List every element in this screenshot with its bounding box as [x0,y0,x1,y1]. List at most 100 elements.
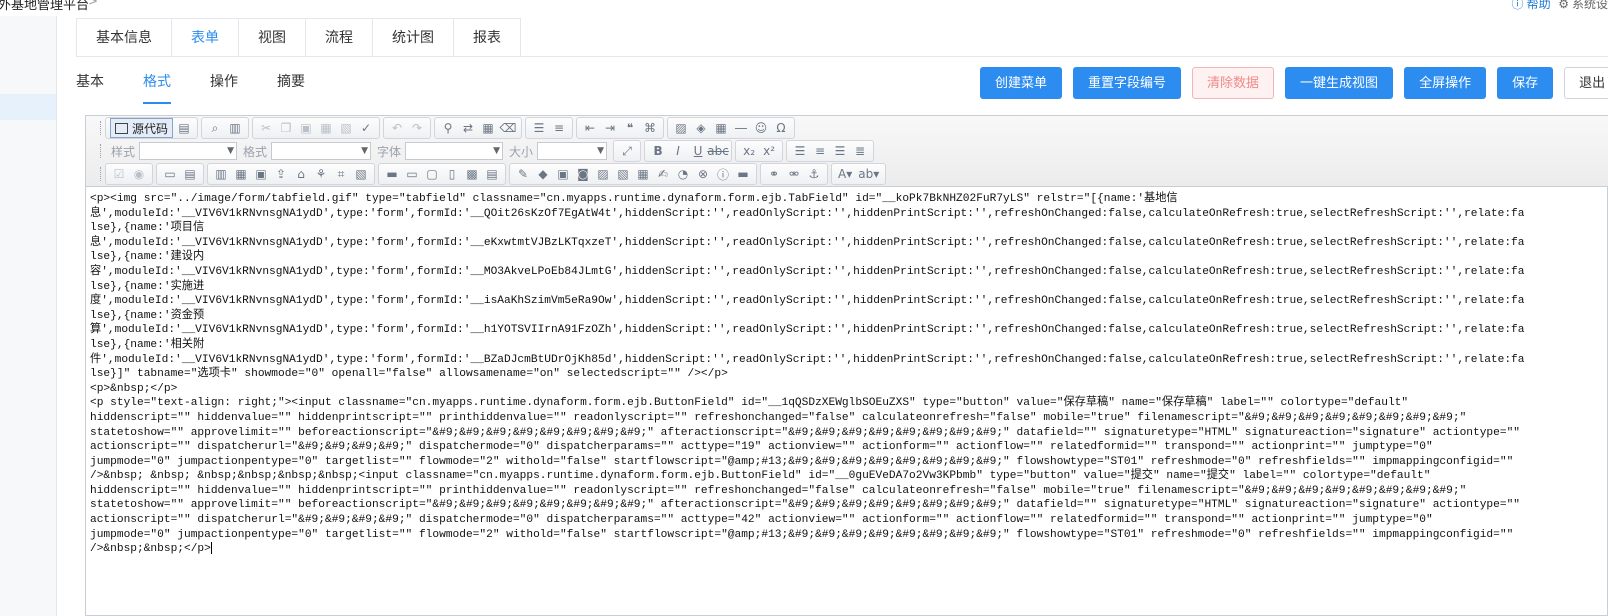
unlink-icon[interactable]: ⚮ [785,165,803,183]
paste-word-icon[interactable]: ▧ [337,119,355,137]
subtab-basic[interactable]: 基本 [76,66,104,102]
underline-icon[interactable]: U [689,142,707,160]
source-code-button[interactable]: 源代码 [110,118,174,138]
redo-icon[interactable]: ↷ [408,119,426,137]
strikethrough-icon[interactable]: abc [707,142,729,160]
tab-field-icon[interactable]: ▥ [212,165,230,183]
tree-icon[interactable]: ⚘ [312,165,330,183]
picture-icon[interactable]: ▨ [594,165,612,183]
select-all-icon[interactable]: ▦ [479,119,497,137]
subform-icon[interactable]: ▧ [352,165,370,183]
paste-icon[interactable]: ▣ [297,119,315,137]
text-color-icon[interactable]: A▾ [836,165,854,183]
copy-icon[interactable]: ❐ [277,119,295,137]
preview-icon[interactable]: ⌕ [206,119,224,137]
textfield-icon[interactable]: ▭ [161,165,179,183]
outdent-icon[interactable]: ⇤ [581,119,599,137]
bold-icon[interactable]: B [649,142,667,160]
undo-icon[interactable]: ↶ [388,119,406,137]
camera-icon[interactable]: ◙ [574,165,592,183]
toolbar-grip[interactable] [100,121,103,135]
bank-icon[interactable]: ⌂ [292,165,310,183]
attach-icon[interactable]: ▧ [614,165,632,183]
align-justify-icon[interactable]: ≣ [851,142,869,160]
upload-icon[interactable]: ⇪ [272,165,290,183]
reset-field-number-button[interactable]: 重置字段编号 [1073,67,1182,99]
subtab-format[interactable]: 格式 [143,66,171,104]
numbered-list-icon[interactable]: ☰ [530,119,548,137]
cut-icon[interactable]: ✂ [257,119,275,137]
tab-report[interactable]: 报表 [454,19,520,57]
help-link[interactable]: 帮助 [1527,0,1551,11]
horizontal-rule-icon[interactable]: ― [732,119,750,137]
tab-view[interactable]: 视图 [239,19,306,57]
chart-field-icon[interactable]: ◔ [674,165,692,183]
font-select[interactable]: ▼ [405,142,504,160]
checkbox-icon[interactable]: ☑ [110,165,128,183]
link-icon[interactable]: ⚭ [765,165,783,183]
maximize-icon[interactable]: ⤢ [618,142,636,160]
div-icon[interactable]: ⌘ [641,119,659,137]
sidebar-active-item[interactable] [0,94,56,120]
button-field-icon[interactable]: ▬ [383,165,401,183]
spellcheck-icon[interactable]: ✓ [357,119,375,137]
italic-icon[interactable]: I [669,142,687,160]
toolbar-grip[interactable] [100,167,103,181]
document-icon[interactable]: ▯ [443,165,461,183]
special-char-icon[interactable]: Ω [772,119,790,137]
anchor-icon[interactable]: ⚓ [805,165,823,183]
save-doc-icon[interactable]: ▤ [175,119,193,137]
divider-field-icon[interactable]: ▬ [734,165,752,183]
radio-icon[interactable]: ◉ [130,165,148,183]
qrcode-icon[interactable]: ▦ [634,165,652,183]
generate-view-button[interactable]: 一键生成视图 [1285,67,1394,99]
align-left-icon[interactable]: ☰ [791,142,809,160]
align-right-icon[interactable]: ☰ [831,142,849,160]
pen-icon[interactable]: ✎ [514,165,532,183]
toolbar-grip[interactable] [100,144,103,158]
align-center-icon[interactable]: ≡ [811,142,829,160]
table-icon[interactable]: ▦ [712,119,730,137]
view-field-icon[interactable]: ▢ [423,165,441,183]
bg-color-icon[interactable]: ab▾ [856,165,881,183]
layers-icon[interactable]: ◆ [534,165,552,183]
template-icon[interactable]: ▥ [226,119,244,137]
replace-icon[interactable]: ⇄ [459,119,477,137]
info-icon[interactable]: ⓘ [714,165,732,183]
gallery-icon[interactable]: ▣ [554,165,572,183]
fullscreen-button[interactable]: 全屏操作 [1404,67,1487,99]
flash-icon[interactable]: ◈ [692,119,710,137]
paste-text-icon[interactable]: ▦ [317,119,335,137]
map-icon[interactable]: ▩ [463,165,481,183]
include-icon[interactable]: ▭ [403,165,421,183]
style-select[interactable]: ▼ [139,142,238,160]
blockquote-icon[interactable]: ❝ [621,119,639,137]
format-select[interactable]: ▼ [271,142,372,160]
tab-chart[interactable]: 统计图 [373,19,454,57]
signature-icon[interactable]: ✍ [654,165,672,183]
superscript-icon[interactable]: x² [760,142,778,160]
smiley-icon[interactable]: ☺ [752,119,770,137]
select-field-icon[interactable]: ▣ [252,165,270,183]
bulleted-list-icon[interactable]: ≡ [550,119,568,137]
subscript-icon[interactable]: x₂ [740,142,758,160]
save-button[interactable]: 保存 [1497,67,1554,99]
list-field-icon[interactable]: ▤ [483,165,501,183]
calendar-icon[interactable]: ▦ [232,165,250,183]
size-select[interactable]: ▼ [537,142,608,160]
textarea-icon[interactable]: ▤ [181,165,199,183]
stop-icon[interactable]: ⊗ [694,165,712,183]
image-icon[interactable]: ▨ [672,119,690,137]
source-code-area[interactable]: <p><img src="../image/form/tabfield.gif"… [90,192,1602,557]
tab-basic-info[interactable]: 基本信息 [77,19,172,57]
exit-button[interactable]: 退出 [1564,67,1608,99]
find-icon[interactable]: ⚲ [439,119,457,137]
tab-form[interactable]: 表单 [172,19,239,57]
clear-data-button[interactable]: 清除数据 [1192,67,1275,99]
create-menu-button[interactable]: 创建菜单 [980,67,1063,99]
indent-icon[interactable]: ⇥ [601,119,619,137]
settings-link[interactable]: 系统设 [1572,0,1608,11]
crop-icon[interactable]: ⌗ [332,165,350,183]
subtab-operation[interactable]: 操作 [210,66,238,102]
tab-flow[interactable]: 流程 [306,19,373,57]
